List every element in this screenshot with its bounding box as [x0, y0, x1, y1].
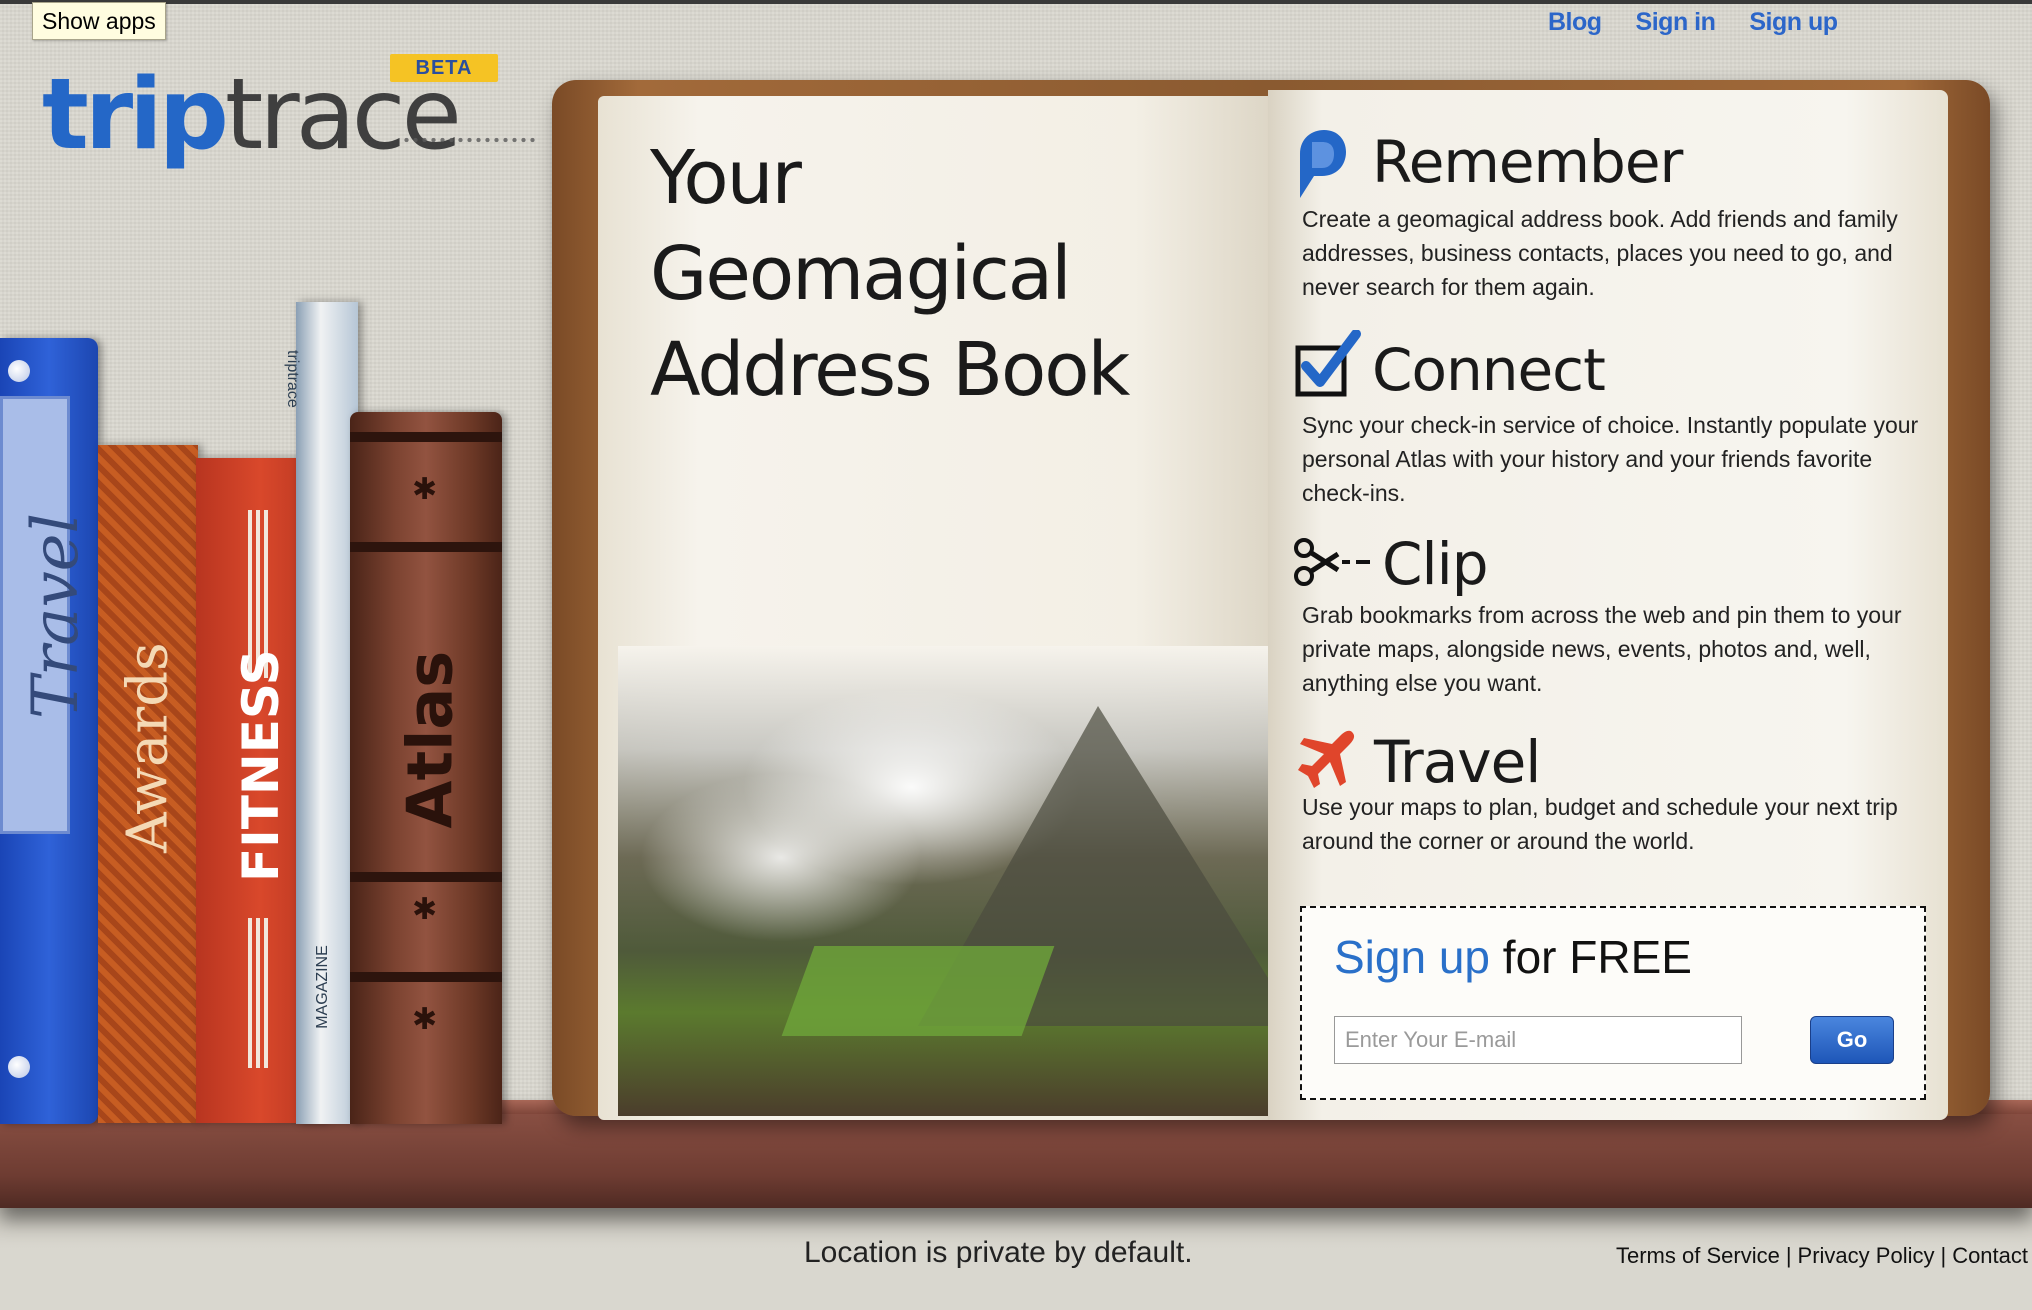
atlas-title: Atlas — [393, 650, 467, 829]
hero-line-2: Geomagical — [650, 231, 1072, 317]
signup-box: Sign up for FREE Go — [1300, 906, 1926, 1100]
feature-text: Use your maps to plan, budget and schedu… — [1302, 794, 1898, 854]
atlas-band — [350, 432, 502, 442]
scissors-icon — [1294, 538, 1370, 586]
blog-link[interactable]: Blog — [1548, 6, 1602, 38]
checkbox-icon — [1295, 330, 1361, 397]
machu-picchu-photo — [618, 646, 1270, 1116]
magazine: triptrace MAGAZINE — [284, 302, 358, 1124]
terms-link[interactable]: Terms of Service — [1616, 1243, 1780, 1268]
signup-title: Sign up for FREE — [1334, 930, 1692, 984]
logo-trip: trip — [42, 58, 229, 172]
awards-title: Awards — [115, 642, 181, 853]
binder-title: Travel — [18, 513, 93, 719]
atlas-book: ✱ Atlas ✱ ✱ — [350, 412, 502, 1124]
binder-ring-icon — [8, 1056, 30, 1078]
sign-in-link[interactable]: Sign in — [1636, 6, 1716, 38]
travel-binder: Travel — [0, 338, 98, 1124]
binder-label: Travel — [0, 396, 93, 834]
email-input[interactable] — [1334, 1016, 1742, 1064]
atlas-band — [350, 872, 502, 882]
hero-line-3: Address Book — [650, 327, 1130, 413]
feature-title: Connect — [1372, 336, 1606, 404]
feature-title: Clip — [1382, 530, 1489, 598]
hero-line-1: Your — [650, 135, 802, 221]
feature-title: Remember — [1372, 128, 1683, 196]
hero-headline: Your Geomagical Address Book — [650, 130, 1210, 418]
feature-text: Grab bookmarks from across the web and p… — [1302, 602, 1902, 696]
top-nav: Blog Sign in Sign up — [1548, 6, 1872, 38]
top-strip — [0, 0, 2032, 4]
triptrace-logo[interactable]: triptrace BETA — [42, 52, 537, 177]
feature-title: Travel — [1374, 728, 1541, 796]
magazine-brand: triptrace — [284, 350, 301, 408]
privacy-tagline: Location is private by default. — [804, 1236, 1193, 1269]
footer-links: Terms of Service | Privacy Policy | Contact — [1616, 1243, 2028, 1269]
page: Show apps Blog Sign in Sign up triptrace… — [0, 0, 2032, 1310]
feature-text: Sync your check-in service of choice. In… — [1302, 412, 1919, 506]
atlas-band — [350, 972, 502, 982]
footer-separator: | — [1785, 1243, 1792, 1268]
footer-separator: | — [1940, 1243, 1947, 1268]
atlas-ornament-icon: ✱ — [412, 893, 438, 926]
contact-link[interactable]: Contact — [1952, 1243, 2028, 1268]
atlas-ornament-icon: ✱ — [412, 473, 438, 506]
signup-title-rest: for FREE — [1490, 931, 1692, 983]
logo-dotted-trail — [402, 134, 537, 146]
sign-up-link[interactable]: Sign up — [1749, 6, 1838, 38]
signup-title-accent: Sign up — [1334, 931, 1491, 983]
go-button[interactable]: Go — [1810, 1016, 1894, 1064]
beta-badge: BETA — [390, 54, 498, 82]
airplane-icon — [1298, 730, 1355, 788]
magazine-label: MAGAZINE — [313, 945, 331, 1029]
atlas-ornament-icon: ✱ — [412, 1003, 438, 1036]
awards-book: Awards — [98, 445, 198, 1123]
show-apps-tooltip[interactable]: Show apps — [32, 2, 166, 40]
fitness-stripes — [248, 918, 272, 1068]
privacy-link[interactable]: Privacy Policy — [1798, 1243, 1935, 1268]
fitness-title: FITNESS — [232, 649, 290, 882]
feature-text: Create a geomagical address book. Add fr… — [1302, 206, 1898, 300]
atlas-band — [350, 542, 502, 552]
binder-ring-icon — [8, 360, 30, 382]
pin-icon — [1300, 130, 1346, 198]
photo-terrace — [781, 946, 1055, 1036]
